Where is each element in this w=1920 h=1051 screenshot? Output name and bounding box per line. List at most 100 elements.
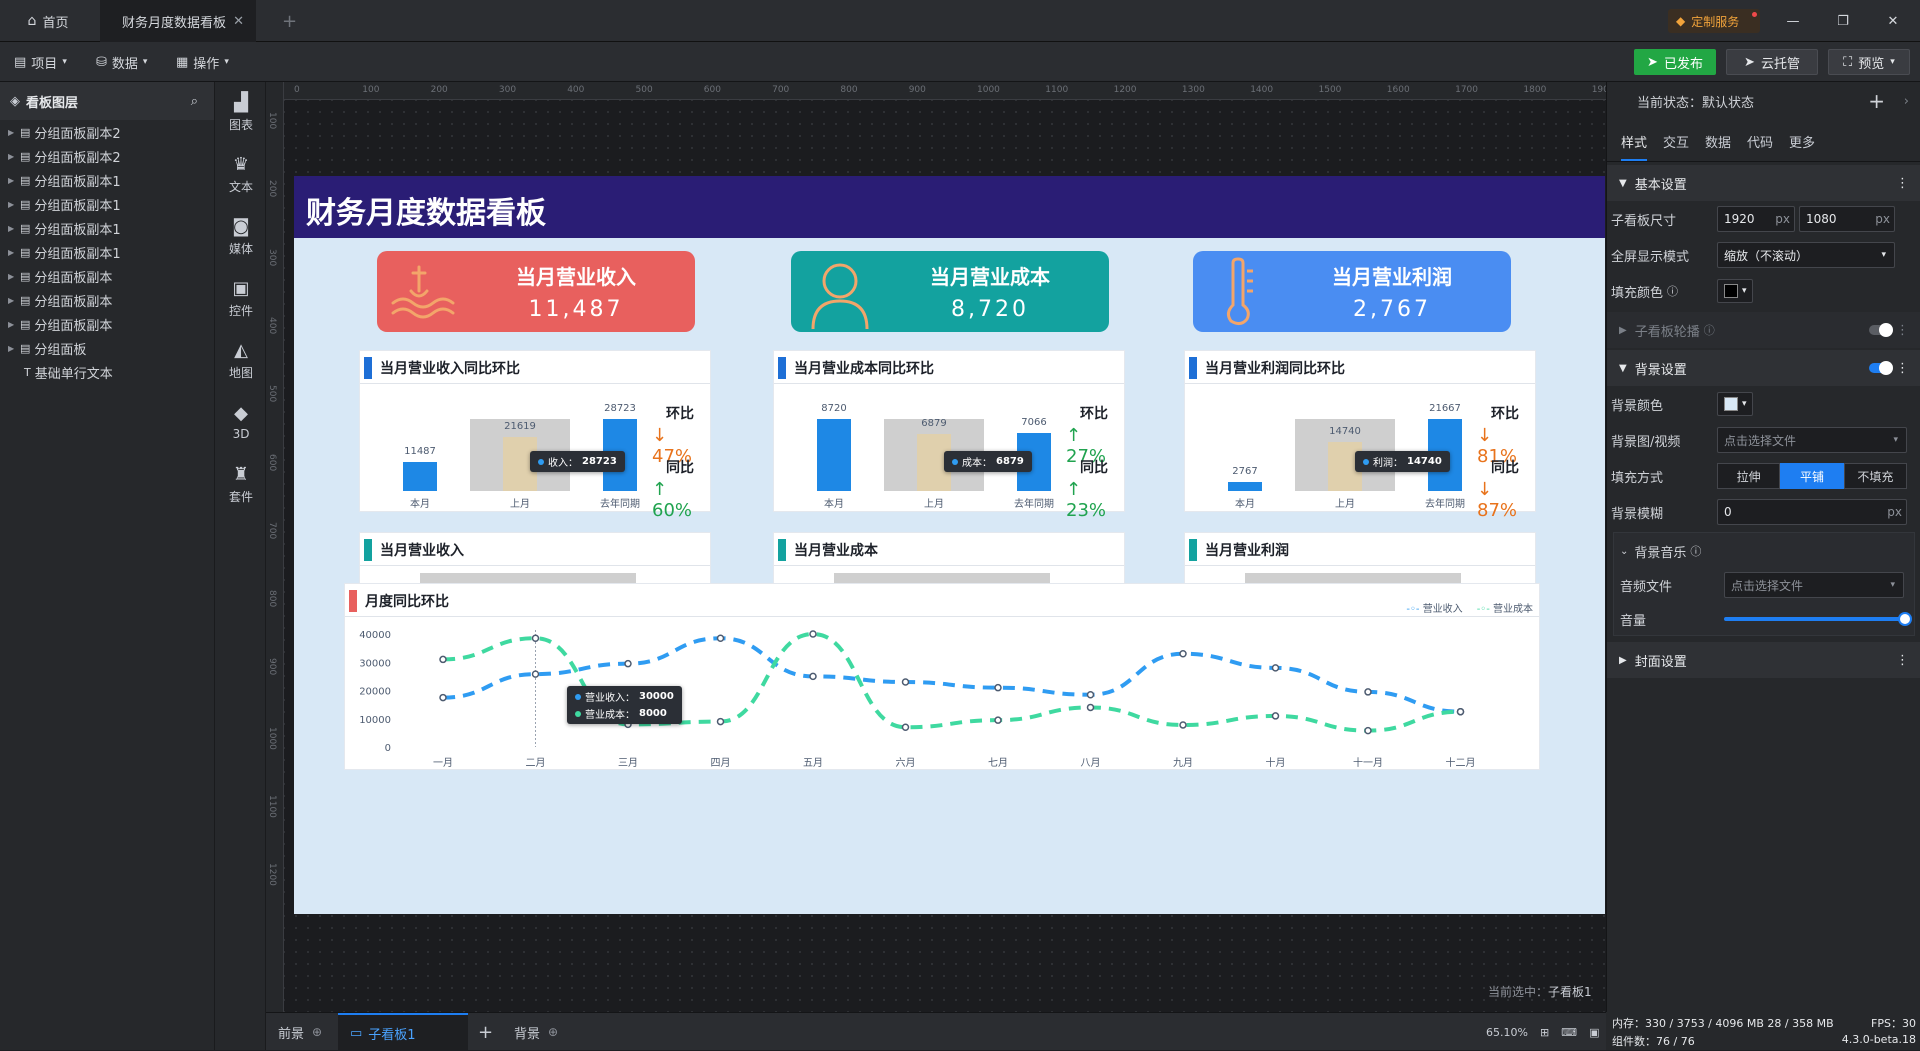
audio-file-select[interactable]: 点击选择文件 ▾: [1724, 572, 1904, 598]
data-point[interactable]: [716, 634, 725, 642]
caret-right-icon[interactable]: ▶: [8, 344, 20, 353]
caret-right-icon[interactable]: ▶: [8, 248, 20, 257]
more-icon[interactable]: ⋮: [1896, 323, 1909, 338]
tab-dashboard[interactable]: 财务月度数据看板 ✕: [100, 0, 256, 42]
data-point[interactable]: [1086, 690, 1095, 699]
data-point[interactable]: [439, 655, 447, 664]
background-section[interactable]: ▼ 背景设置 ⋮: [1607, 350, 1920, 386]
project-menu[interactable]: ▤ 项目 ▾: [14, 50, 67, 74]
bar[interactable]: [1228, 481, 1262, 491]
add-circle-icon[interactable]: ⊕: [548, 1025, 558, 1039]
add-board-button[interactable]: +: [478, 1013, 493, 1051]
bar[interactable]: [817, 419, 851, 491]
height-input[interactable]: 1080 px: [1799, 206, 1895, 232]
layer-item[interactable]: ▶ ▤ 分组面板副本1: [0, 216, 214, 240]
carousel-section[interactable]: ▶ 子看板轮播 ⓘ ⋮: [1607, 312, 1920, 348]
layer-item[interactable]: ▶ ▤ 分组面板副本1: [0, 240, 214, 264]
tool-control[interactable]: ▣ 控件: [215, 268, 267, 328]
tool-media[interactable]: ◙ 媒体: [215, 206, 267, 266]
help-icon[interactable]: ⓘ: [1704, 322, 1715, 338]
data-point[interactable]: [994, 716, 1002, 724]
data-point[interactable]: [1179, 650, 1187, 658]
layer-item[interactable]: ▶ ▤ 分组面板: [0, 336, 214, 360]
caret-right-icon[interactable]: ▶: [8, 272, 20, 281]
property-tab[interactable]: 样式: [1621, 132, 1648, 161]
caret-right-icon[interactable]: ▶: [8, 320, 20, 329]
bar[interactable]: [403, 462, 437, 491]
preview-button[interactable]: ⛶ 预览 ▾: [1828, 49, 1910, 75]
data-point[interactable]: [1179, 721, 1187, 729]
data-point[interactable]: [716, 717, 725, 726]
data-point[interactable]: [624, 659, 632, 668]
basic-settings-section[interactable]: ▼ 基本设置 ⋮: [1607, 165, 1920, 201]
add-circle-icon[interactable]: ⊕: [312, 1025, 322, 1039]
data-point[interactable]: [994, 683, 1002, 692]
layer-item[interactable]: ▶ ▤ 分组面板副本: [0, 264, 214, 288]
tool-text[interactable]: ♛ 文本: [215, 144, 267, 204]
data-point[interactable]: [1456, 707, 1465, 716]
tab-front[interactable]: 前景 ⊕: [278, 1013, 322, 1051]
fullscreen-mode-select[interactable]: 缩放（不滚动） ▾: [1717, 242, 1895, 268]
property-tab[interactable]: 交互: [1663, 132, 1689, 151]
caret-right-icon[interactable]: ▶: [8, 152, 20, 161]
data-point[interactable]: [1271, 712, 1280, 720]
zoom-level[interactable]: 65.10%: [1486, 1026, 1528, 1039]
data-point[interactable]: [1086, 703, 1095, 712]
data-point[interactable]: [1271, 664, 1280, 672]
cloud-button[interactable]: ➤ 云托管: [1726, 49, 1818, 75]
tool-3d[interactable]: ◆ 3D: [215, 392, 267, 452]
tab-home[interactable]: ⌂ 首页: [0, 0, 96, 42]
more-icon[interactable]: ⋮: [1896, 361, 1909, 376]
tool-chart[interactable]: ▟ 图表: [215, 82, 267, 142]
caret-right-icon[interactable]: ▶: [8, 296, 20, 305]
tab-back[interactable]: 背景 ⊕: [514, 1013, 558, 1051]
search-icon[interactable]: ⌕: [191, 94, 198, 109]
layer-item[interactable]: T 基础单行文本: [0, 360, 214, 384]
tool-kit[interactable]: ♜ 套件: [215, 454, 267, 514]
add-state-icon[interactable]: +: [1868, 89, 1885, 113]
help-icon[interactable]: ⓘ: [1690, 543, 1701, 559]
bg-music-header[interactable]: ⌄ 背景音乐 ⓘ: [1614, 533, 1914, 569]
fill-color-picker[interactable]: ▾: [1717, 279, 1753, 303]
data-point[interactable]: [1364, 726, 1372, 735]
kpi-income[interactable]: 当月营业收入 11,487: [377, 251, 695, 332]
property-tab[interactable]: 数据: [1705, 132, 1731, 151]
fit-icon[interactable]: ⊞: [1540, 1026, 1549, 1039]
chevron-right-icon[interactable]: ›: [1904, 94, 1909, 109]
data-point[interactable]: [1364, 688, 1372, 696]
volume-slider[interactable]: [1724, 612, 1912, 626]
restore-icon[interactable]: ❐: [1830, 0, 1856, 42]
layer-item[interactable]: ▶ ▤ 分组面板副本2: [0, 144, 214, 168]
dashboard-board[interactable]: 财务月度数据看板 当月营业收入 11,487 当月营业成本 8,720 当月营业…: [294, 176, 1605, 914]
data-menu[interactable]: ⛁ 数据 ▾: [96, 50, 147, 74]
kpi-cost[interactable]: 当月营业成本 8,720: [791, 251, 1109, 332]
published-button[interactable]: ➤ 已发布: [1634, 49, 1716, 75]
fill-mode-option[interactable]: 平铺: [1780, 463, 1844, 489]
carousel-toggle[interactable]: [1869, 323, 1893, 337]
keyboard-icon[interactable]: ⌨: [1561, 1026, 1577, 1039]
data-point[interactable]: [809, 672, 817, 681]
fill-mode-option[interactable]: 拉伸: [1717, 463, 1781, 489]
close-icon[interactable]: ✕: [233, 14, 244, 29]
help-icon[interactable]: ⓘ: [1667, 283, 1678, 299]
more-icon[interactable]: ⋮: [1896, 653, 1909, 668]
ops-menu[interactable]: ▦ 操作 ▾: [176, 50, 229, 74]
more-icon[interactable]: ⋮: [1896, 176, 1909, 191]
tab-sub-board[interactable]: ▭ 子看板1: [338, 1013, 468, 1051]
window-close-icon[interactable]: ✕: [1880, 0, 1906, 42]
width-input[interactable]: 1920 px: [1717, 206, 1795, 232]
data-point[interactable]: [901, 723, 910, 731]
data-point[interactable]: [531, 634, 540, 642]
fill-mode-option[interactable]: 不填充: [1843, 463, 1907, 489]
layer-item[interactable]: ▶ ▤ 分组面板副本1: [0, 168, 214, 192]
bg-blur-input[interactable]: 0 px: [1717, 499, 1907, 525]
tool-map[interactable]: ◭ 地图: [215, 330, 267, 390]
caret-right-icon[interactable]: ▶: [8, 128, 20, 137]
data-point[interactable]: [901, 678, 910, 686]
data-point[interactable]: [531, 670, 540, 678]
caret-right-icon[interactable]: ▶: [8, 200, 20, 209]
data-point[interactable]: [439, 693, 447, 702]
caret-right-icon[interactable]: ▶: [8, 176, 20, 185]
cover-section[interactable]: ▶ 封面设置 ⋮: [1607, 642, 1920, 678]
bg-color-picker[interactable]: ▾: [1717, 392, 1753, 416]
